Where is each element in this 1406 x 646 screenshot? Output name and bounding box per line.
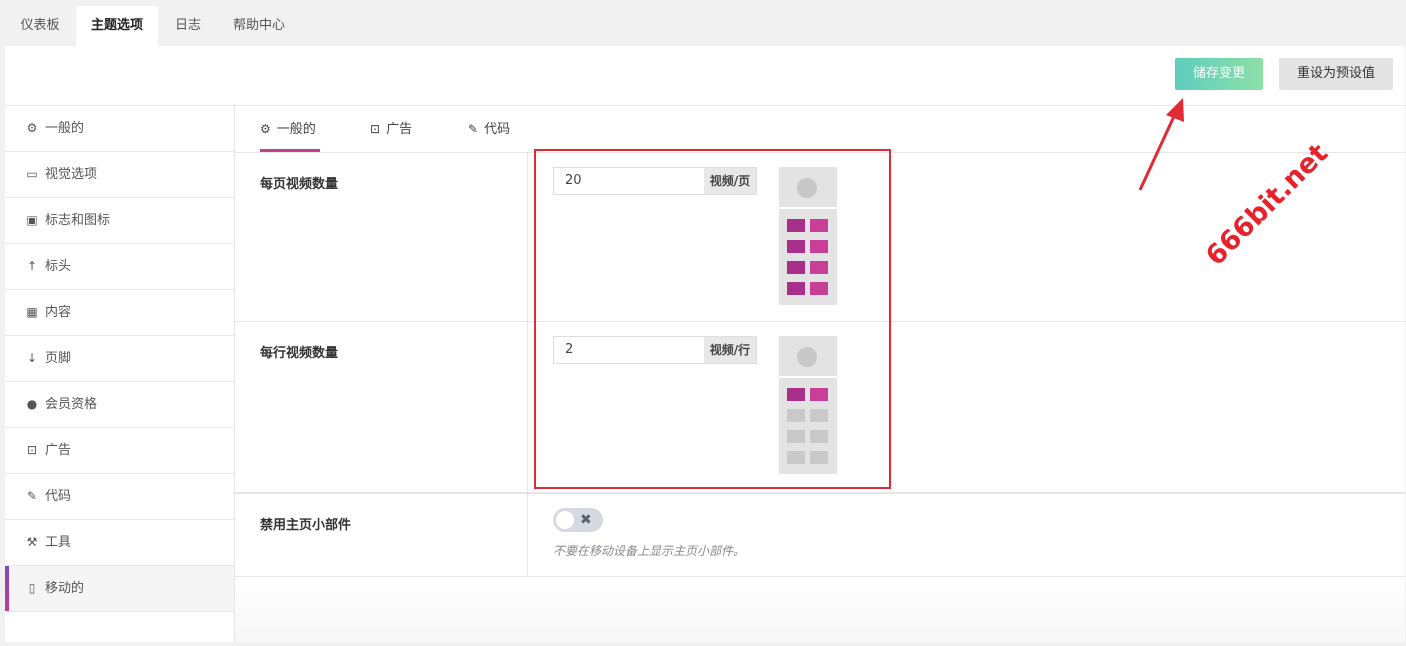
annotation-arrow-icon [1138,98,1184,191]
